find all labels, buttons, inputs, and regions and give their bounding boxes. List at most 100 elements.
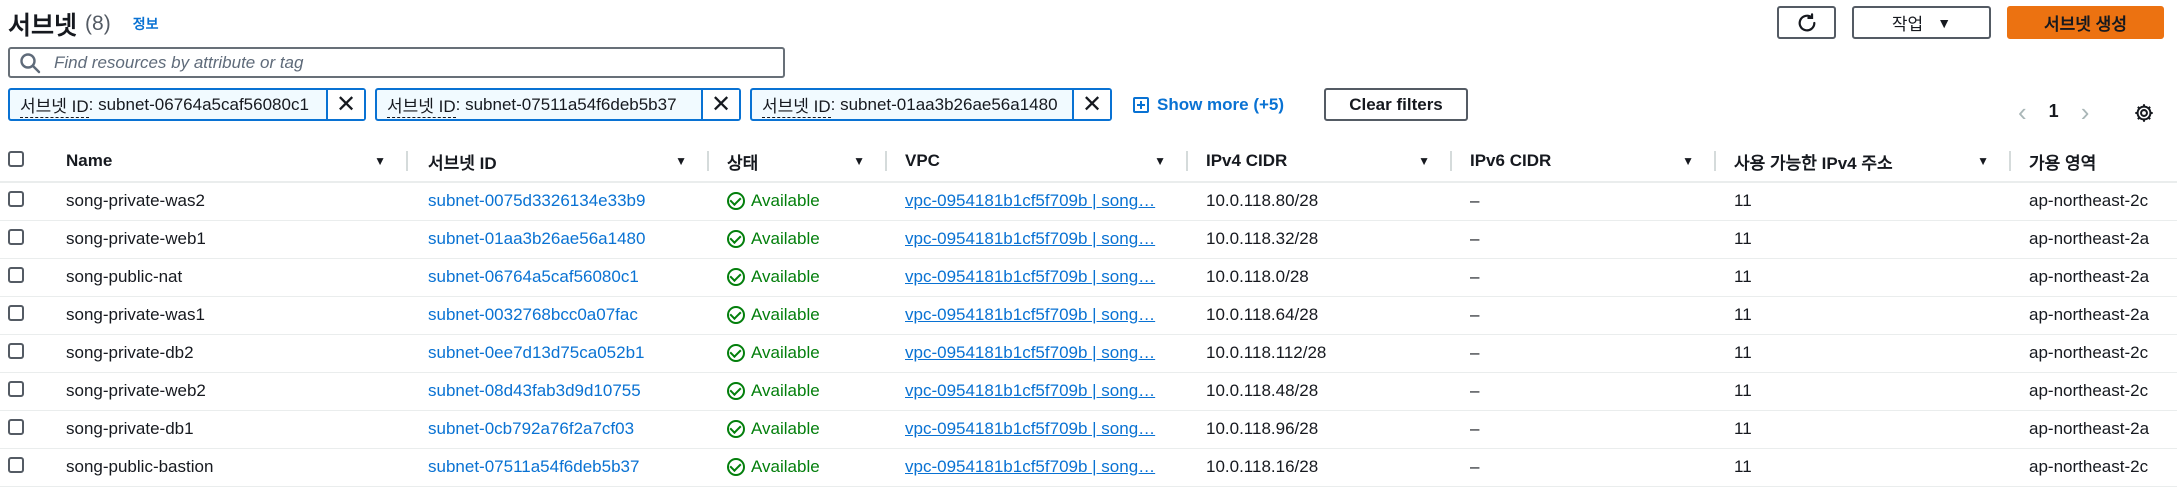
filter-token-value: : subnet-01aa3b26ae56a1480 [830, 94, 1058, 114]
sort-down-icon[interactable]: ▼ [1682, 154, 1694, 168]
ipv6-cidr: – [1452, 372, 1716, 411]
filter-token-label[interactable]: 서브넷 ID : subnet-01aa3b26ae56a1480 [752, 90, 1072, 119]
sort-down-icon[interactable]: ▼ [1418, 154, 1430, 168]
table-row[interactable]: song-public-nat subnet-06764a5caf56080c1 A… [0, 258, 2177, 297]
column-label: 상태 [727, 153, 759, 173]
check-circle-icon [727, 420, 745, 438]
page-title: 서브넷 [8, 12, 78, 40]
row-checkbox[interactable] [8, 342, 24, 359]
subnet-id-link[interactable]: subnet-07511a54f6deb5b37 [428, 457, 639, 476]
sort-down-icon[interactable]: ▼ [1154, 154, 1166, 168]
column-header-ipv6-cidr[interactable]: IPv6 CIDR ▼ [1452, 141, 1716, 183]
status-badge: Available [727, 457, 887, 477]
vpc-link[interactable]: vpc-0954181b1cf5f709b | song… [905, 419, 1155, 438]
row-checkbox[interactable] [8, 190, 24, 207]
table-row[interactable]: song-private-db2 subnet-0ee7d13d75ca052b1… [0, 334, 2177, 373]
column-header-name[interactable]: Name ▼ [66, 141, 408, 183]
row-checkbox[interactable] [8, 380, 24, 397]
ipv6-cidr: – [1452, 334, 1716, 373]
row-select-cell [0, 334, 66, 373]
column-header-status[interactable]: 상태 ▼ [709, 141, 887, 183]
sort-down-icon[interactable]: ▼ [853, 154, 865, 168]
subnet-id-link[interactable]: subnet-0032768bcc0a07fac [428, 305, 638, 324]
subnet-id-link[interactable]: subnet-0cb792a76f2a7cf03 [428, 419, 634, 438]
vpc-link[interactable]: vpc-0954181b1cf5f709b | song… [905, 305, 1155, 324]
availability-zone: ap-northeast-2a [2011, 410, 2177, 449]
available-ipv4-count: 11 [1716, 220, 2011, 259]
status-text: Available [751, 381, 820, 400]
column-label: 사용 가능한 IPv4 주소 [1734, 153, 1893, 173]
check-circle-icon [727, 230, 745, 248]
status-badge: Available [727, 191, 887, 211]
subnet-id-link[interactable]: subnet-0075d3326134e33b9 [428, 191, 645, 210]
vpc-link[interactable]: vpc-0954181b1cf5f709b | song… [905, 229, 1155, 248]
close-icon[interactable]: ✕ [326, 90, 364, 119]
column-header-ipv4-cidr[interactable]: IPv4 CIDR ▼ [1188, 141, 1452, 183]
row-checkbox[interactable] [8, 304, 24, 321]
clear-filters-button[interactable]: Clear filters [1324, 88, 1468, 121]
sort-down-icon[interactable]: ▼ [675, 154, 687, 168]
row-select-cell [0, 258, 66, 297]
subnet-id-link[interactable]: subnet-06764a5caf56080c1 [428, 267, 639, 286]
availability-zone: ap-northeast-2a [2011, 296, 2177, 335]
status-text: Available [751, 191, 820, 211]
row-checkbox[interactable] [8, 456, 24, 473]
ipv6-cidr: – [1452, 448, 1716, 487]
vpc-link[interactable]: vpc-0954181b1cf5f709b | song… [905, 381, 1155, 400]
status-text: Available [751, 343, 820, 362]
vpc-link[interactable]: vpc-0954181b1cf5f709b | song… [905, 267, 1155, 286]
subnet-id-link[interactable]: subnet-08d43fab3d9d10755 [428, 381, 641, 400]
chevron-right-icon[interactable]: › [2081, 99, 2090, 125]
column-header-available-ipv4[interactable]: 사용 가능한 IPv4 주소 ▼ [1716, 141, 2011, 183]
search-input[interactable] [52, 51, 783, 74]
table-row[interactable]: song-private-was1 subnet-0032768bcc0a07fa… [0, 296, 2177, 335]
refresh-button[interactable] [1777, 6, 1836, 39]
available-ipv4-count: 11 [1716, 410, 2011, 449]
filter-token-key: 서브넷 ID [20, 92, 89, 118]
select-all-checkbox[interactable] [8, 150, 24, 167]
info-link[interactable]: 정보 [133, 14, 159, 34]
row-select-cell [0, 410, 66, 449]
table-header-row: Name ▼ 서브넷 ID ▼ 상태 ▼ VPC ▼ IPv4 CIDR ▼ IPv6 C… [0, 141, 2177, 183]
gear-icon[interactable] [2133, 102, 2155, 124]
create-subnet-button[interactable]: 서브넷 생성 [2007, 6, 2164, 39]
table-row[interactable]: song-private-db1 subnet-0cb792a76f2a7cf03… [0, 410, 2177, 449]
subnets-table: Name ▼ 서브넷 ID ▼ 상태 ▼ VPC ▼ IPv4 CIDR ▼ IPv6 C… [0, 141, 2177, 487]
current-page[interactable]: 1 [2049, 101, 2059, 122]
sort-down-icon[interactable]: ▼ [1977, 154, 1989, 168]
column-header-availability-zone[interactable]: 가용 영역 [2011, 141, 2177, 183]
table-row[interactable]: song-private-web2 subnet-08d43fab3d9d1075… [0, 372, 2177, 411]
ipv4-cidr: 10.0.118.16/28 [1188, 448, 1452, 487]
row-checkbox[interactable] [8, 266, 24, 283]
ipv4-cidr: 10.0.118.112/28 [1188, 334, 1452, 373]
filter-token: 서브넷 ID : subnet-01aa3b26ae56a1480 ✕ [750, 88, 1112, 121]
available-ipv4-count: 11 [1716, 372, 2011, 411]
vpc-link[interactable]: vpc-0954181b1cf5f709b | song… [905, 457, 1155, 476]
close-icon[interactable]: ✕ [1072, 90, 1110, 119]
availability-zone: ap-northeast-2c [2011, 372, 2177, 411]
column-header-vpc[interactable]: VPC ▼ [887, 141, 1188, 183]
chevron-left-icon[interactable]: ‹ [2018, 99, 2027, 125]
subnet-id-link[interactable]: subnet-0ee7d13d75ca052b1 [428, 343, 644, 362]
subnet-id-link[interactable]: subnet-01aa3b26ae56a1480 [428, 229, 645, 248]
subnet-name: song-private-was2 [66, 182, 408, 221]
ipv4-cidr: 10.0.118.32/28 [1188, 220, 1452, 259]
actions-dropdown-button[interactable]: 작업 ▼ [1852, 6, 1991, 39]
column-header-subnet-id[interactable]: 서브넷 ID ▼ [408, 141, 709, 183]
close-icon[interactable]: ✕ [701, 90, 739, 119]
sort-down-icon[interactable]: ▼ [374, 154, 386, 168]
table-row[interactable]: song-public-bastion subnet-07511a54f6deb5… [0, 448, 2177, 487]
show-more-filters-link[interactable]: Show more (+5) [1133, 95, 1284, 115]
row-checkbox[interactable] [8, 418, 24, 435]
filter-token-key: 서브넷 ID [387, 92, 456, 118]
table-row[interactable]: song-private-was2 subnet-0075d3326134e33b… [0, 182, 2177, 221]
filter-token-label[interactable]: 서브넷 ID : subnet-06764a5caf56080c1 [10, 90, 326, 119]
vpc-link[interactable]: vpc-0954181b1cf5f709b | song… [905, 343, 1155, 362]
available-ipv4-count: 11 [1716, 334, 2011, 373]
filter-token-label[interactable]: 서브넷 ID : subnet-07511a54f6deb5b37 [377, 90, 701, 119]
row-checkbox[interactable] [8, 228, 24, 245]
ipv4-cidr: 10.0.118.80/28 [1188, 182, 1452, 221]
table-row[interactable]: song-private-web1 subnet-01aa3b26ae56a148… [0, 220, 2177, 259]
vpc-link[interactable]: vpc-0954181b1cf5f709b | song… [905, 191, 1155, 210]
actions-label: 작업 [1891, 15, 1924, 34]
